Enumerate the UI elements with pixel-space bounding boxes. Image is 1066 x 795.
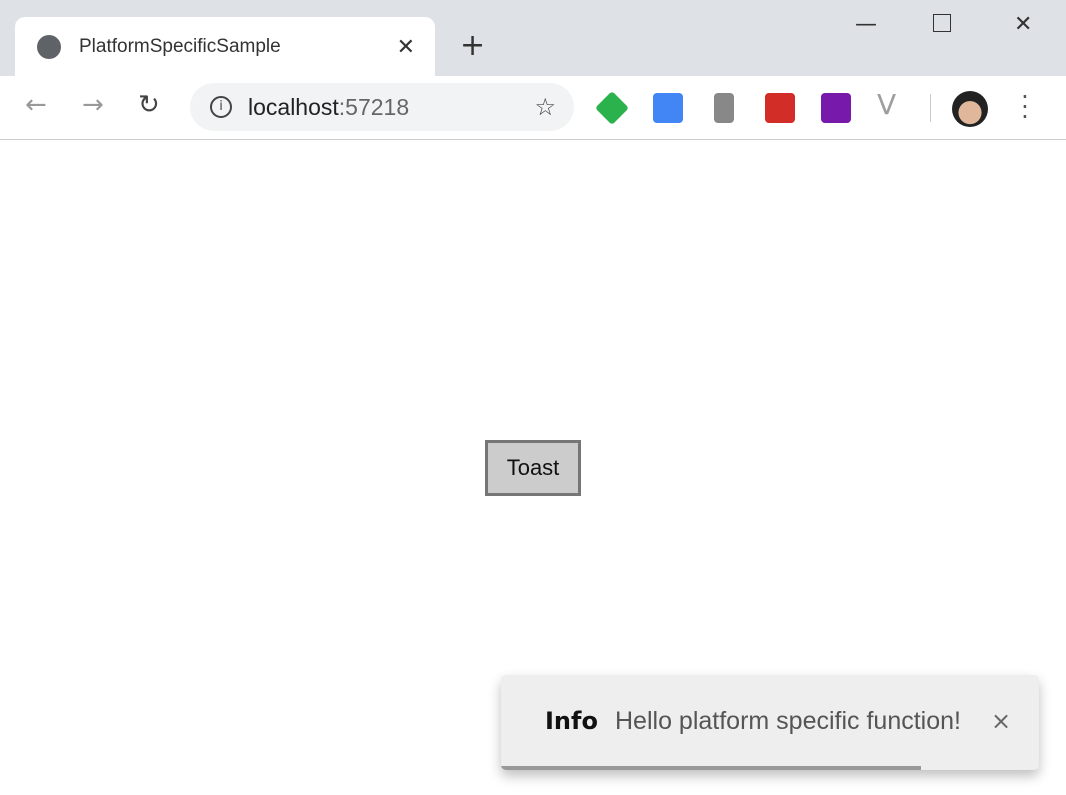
info-icon[interactable]: i xyxy=(210,96,232,118)
tab-title: PlatformSpecificSample xyxy=(79,36,281,57)
avatar[interactable] xyxy=(952,91,988,127)
back-button[interactable]: ← xyxy=(25,90,47,120)
office-icon[interactable] xyxy=(714,93,734,123)
window-close-button[interactable]: ✕ xyxy=(1014,12,1032,37)
lastpass-icon[interactable] xyxy=(765,93,795,123)
tab-close-icon[interactable]: ✕ xyxy=(397,35,415,60)
toast-close-icon[interactable]: × xyxy=(991,707,1011,735)
kebab-menu-icon[interactable]: · · · xyxy=(1018,85,1032,129)
new-tab-button[interactable]: + xyxy=(460,28,485,63)
browser-tab[interactable]: PlatformSpecificSample ✕ xyxy=(15,17,435,77)
toast-message: Hello platform specific function! xyxy=(615,707,961,735)
toolbar-divider xyxy=(930,94,931,122)
google-translate-icon[interactable] xyxy=(653,93,683,123)
onenote-icon[interactable] xyxy=(821,93,851,123)
reload-button[interactable]: ↻ xyxy=(138,90,160,120)
forward-button[interactable]: → xyxy=(82,90,104,120)
address-bar[interactable]: i localhost:57218 ☆ xyxy=(190,83,574,131)
toast-button[interactable]: Toast xyxy=(485,440,581,496)
globe-icon xyxy=(37,35,61,59)
url-port: :57218 xyxy=(338,93,410,120)
toast-notification: Info Hello platform specific function! × xyxy=(501,675,1039,770)
bookmark-star-icon[interactable]: ☆ xyxy=(534,93,556,121)
title-bar: PlatformSpecificSample ✕ + — ✕ xyxy=(0,0,1066,77)
maximize-button[interactable] xyxy=(933,14,951,32)
url-host: localhost xyxy=(248,93,339,120)
toast-label: Info xyxy=(545,707,598,735)
vue-devtools-icon[interactable]: V xyxy=(877,88,907,121)
toast-progress-bar xyxy=(501,766,921,770)
minimize-button[interactable]: — xyxy=(855,12,877,37)
browser-toolbar: ← → ↻ i localhost:57218 ☆ V · · · xyxy=(0,76,1066,140)
feedly-icon[interactable] xyxy=(595,91,629,125)
